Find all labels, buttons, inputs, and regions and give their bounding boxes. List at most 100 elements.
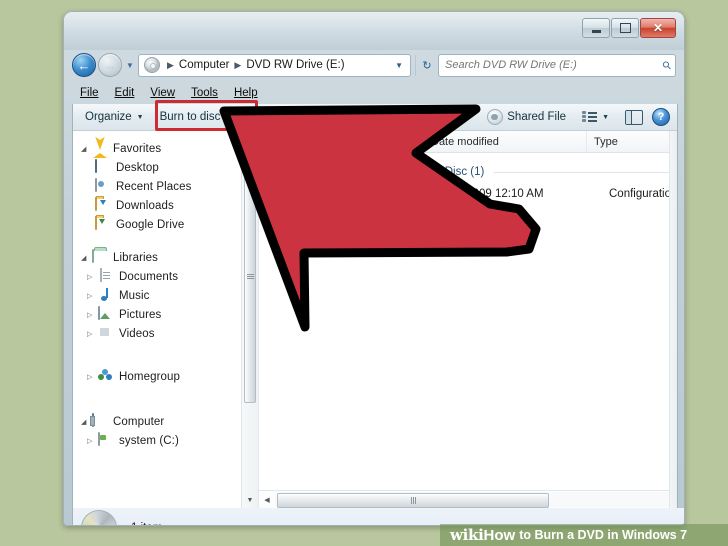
menu-view-label: View [150,86,176,99]
minimize-button[interactable] [582,18,610,38]
navigation-pane: ◢ Favorites Desktop Recent Places Downlo… [73,131,259,508]
scroll-left-icon[interactable]: ◀ [259,492,275,508]
breadcrumb-item-computer[interactable]: Computer [178,59,231,71]
hscrollbar-track[interactable] [275,492,677,508]
item-count-label: 1 item [131,522,162,525]
menu-tools-label: Tools [191,86,218,99]
libraries-icon [92,249,108,265]
folder-tree: ◢ Favorites Desktop Recent Places Downlo… [73,131,258,450]
command-toolbar: Organize ▼ Burn to disc Shared File ▼ ? [73,104,677,131]
expander-open-icon[interactable]: ◢ [81,254,92,262]
sidebar-group-libraries[interactable]: ◢ Libraries [73,248,258,267]
close-button[interactable]: ✕ [640,18,676,38]
menu-view[interactable]: View [142,85,183,101]
sidebar-item-documents[interactable]: ▷ Documents [73,267,258,286]
scroll-down-icon[interactable]: ▼ [242,492,258,508]
preview-pane-icon[interactable] [625,109,643,125]
expander-open-icon[interactable]: ◢ [269,168,274,176]
maximize-button[interactable] [611,18,639,38]
chevron-down-icon: ▼ [136,113,144,121]
help-icon[interactable]: ? [652,108,670,126]
file-rows: ◢ Files Ready to Be Written to the Disc … [259,153,677,490]
sidebar-item-system-c[interactable]: ▷ system (C:) [73,431,258,450]
sidebar-item-label: system (C:) [119,434,179,447]
sidebar-group-computer[interactable]: ◢ Computer [73,412,258,431]
group-divider [494,171,669,173]
sidebar-item-recent-places[interactable]: Recent Places [73,177,258,196]
menu-file[interactable]: File [72,85,107,101]
chevron-down-icon: ▼ [602,113,609,121]
expander-closed-icon[interactable]: ▷ [87,437,98,445]
tree-gap [73,386,258,412]
menu-bar: File Edit View Tools Help [72,82,676,103]
sidebar-item-music[interactable]: ▷ Music [73,286,258,305]
search-input[interactable] [443,58,663,72]
file-list-vertical-scrollbar[interactable] [669,131,677,508]
address-bar[interactable]: ▶ Computer ▶ DVD RW Drive (E:) ▼ [138,53,411,77]
menu-help-label: Help [233,86,258,99]
menu-help[interactable]: Help [226,85,266,101]
back-button[interactable]: ← [72,53,96,77]
menu-edit[interactable]: Edit [107,85,143,101]
burn-to-disc-button[interactable]: Burn to disc [152,108,229,126]
navigation-bar: ← → ▼ ▶ Computer ▶ DVD RW Drive (E:) ▼ ↻… [72,52,676,78]
sidebar-group-favorites[interactable]: ◢ Favorites [73,139,258,158]
expander-closed-icon[interactable]: ▷ [87,311,98,319]
sidebar-item-label: Recent Places [116,180,192,193]
breadcrumb-separator-icon: ▶ [234,59,242,70]
breadcrumb-item-dvd-drive[interactable]: DVD RW Drive (E:) [245,59,345,71]
scroll-up-icon[interactable]: ▲ [242,131,258,147]
videos-icon [98,326,114,341]
desktop-icon [95,159,111,175]
scrollbar-thumb[interactable] [244,149,256,403]
recent-places-icon [95,178,111,194]
music-icon [98,288,114,303]
navigation-pane-scrollbar[interactable]: ▲ ▼ [241,131,258,508]
forward-button[interactable]: → [98,53,122,77]
sidebar-item-google-drive[interactable]: Google Drive [73,215,258,234]
body-row: ◢ Favorites Desktop Recent Places Downlo… [73,131,677,508]
grip-icon [410,497,416,504]
pictures-icon [98,306,114,322]
column-header-name[interactable]: Name [259,131,424,152]
shared-file-label: Shared File [507,111,567,123]
recent-pages-dropdown-icon[interactable]: ▼ [124,54,136,76]
watermark-brand-wiki: wiki [450,526,484,544]
expander-closed-icon[interactable]: ▷ [87,273,98,281]
sidebar-group-homegroup[interactable]: ▷ Homegroup [73,367,258,386]
cd-r-disc-icon: CD-R [81,510,117,525]
shared-file-button[interactable]: Shared File [481,106,572,128]
explorer-window: ✕ ← → ▼ ▶ Computer ▶ DVD RW Drive (E:) ▼… [63,11,685,526]
address-dropdown-icon[interactable]: ▼ [391,61,407,70]
change-view-button[interactable]: ▼ [572,108,617,127]
file-list-pane: Name Date modified Type ◢ Files Ready to… [259,131,677,508]
star-icon [92,141,108,158]
sidebar-item-downloads[interactable]: Downloads [73,196,258,215]
close-icon: ✕ [652,21,664,35]
table-row[interactable]: desktop.ini 1/1/2009 12:10 AM Configurat… [259,183,677,204]
sidebar-item-videos[interactable]: ▷ Videos [73,324,258,343]
hscrollbar-thumb[interactable] [277,493,549,508]
wikihow-watermark: wiki How to Burn a DVD in Windows 7 [440,524,728,546]
expander-closed-icon[interactable]: ▷ [87,373,98,381]
sidebar-group-label: Homegroup [119,370,180,383]
scrollbar-track[interactable] [242,147,258,492]
menu-edit-label: Edit [114,86,135,99]
expander-closed-icon[interactable]: ▷ [87,330,98,338]
file-group-header[interactable]: ◢ Files Ready to Be Written to the Disc … [259,161,677,183]
screenshot-stage: ✕ ← → ▼ ▶ Computer ▶ DVD RW Drive (E:) ▼… [0,0,728,546]
file-list-horizontal-scrollbar[interactable]: ◀ [259,490,677,508]
column-headers: Name Date modified Type [259,131,677,153]
search-box[interactable]: ⚲ [438,53,676,77]
menu-tools[interactable]: Tools [183,85,226,101]
sidebar-item-desktop[interactable]: Desktop [73,158,258,177]
organize-button[interactable]: Organize ▼ [77,108,152,126]
sidebar-item-pictures[interactable]: ▷ Pictures [73,305,258,324]
refresh-button[interactable]: ↻ [415,54,438,76]
column-header-type[interactable]: Type [587,131,677,152]
file-name-cell[interactable]: desktop.ini [259,185,440,202]
expander-closed-icon[interactable]: ▷ [87,292,98,300]
sidebar-group-label: Favorites [113,142,162,155]
column-header-date-modified[interactable]: Date modified [424,131,587,152]
expander-open-icon[interactable]: ◢ [81,145,92,153]
